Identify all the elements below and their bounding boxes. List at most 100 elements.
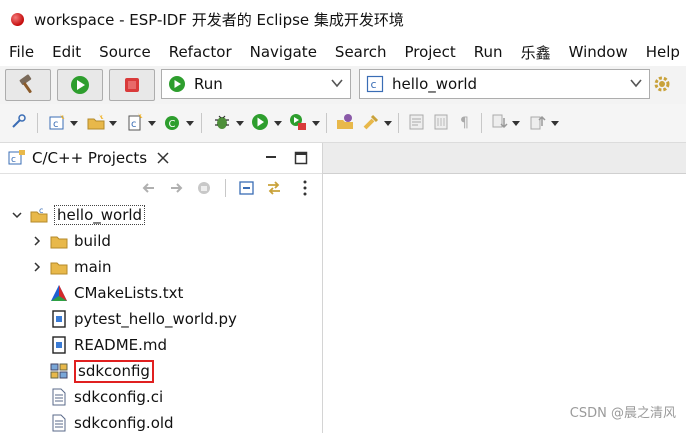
toggle-mark-occurrences-icon[interactable] bbox=[407, 112, 427, 132]
build-button[interactable] bbox=[5, 69, 51, 101]
chevron-down-icon[interactable] bbox=[10, 208, 24, 222]
markdown-file-icon bbox=[52, 336, 66, 354]
launch-target-select[interactable]: c hello_world bbox=[359, 69, 650, 99]
text-file-icon bbox=[52, 414, 66, 432]
debug-config-icon[interactable] bbox=[9, 112, 29, 132]
hammer-icon bbox=[19, 74, 32, 94]
debug-bug-icon[interactable] bbox=[212, 112, 232, 132]
toolbar-separator bbox=[398, 113, 399, 133]
home-icon[interactable] bbox=[195, 179, 213, 197]
run-play-icon[interactable] bbox=[250, 112, 270, 132]
tree-item-label: hello_world bbox=[54, 205, 146, 225]
sdkconfig-editor-icon bbox=[50, 363, 68, 379]
run-mode-icon bbox=[169, 76, 185, 92]
menu-help[interactable]: Help bbox=[637, 43, 686, 61]
dropdown-arrow-icon[interactable] bbox=[312, 121, 320, 126]
dropdown-arrow-icon[interactable] bbox=[70, 121, 78, 126]
window-titlebar: workspace - ESP-IDF 开发者的 Eclipse 集成开发环境 bbox=[0, 0, 686, 38]
launch-target-value: hello_world bbox=[392, 75, 478, 93]
collapse-all-icon[interactable] bbox=[238, 179, 256, 197]
tab-label: C/C++ Projects bbox=[32, 149, 148, 167]
open-perspective-icon[interactable] bbox=[335, 112, 355, 132]
dropdown-arrow-icon[interactable] bbox=[109, 121, 117, 126]
project-explorer-tabbar: c C/C++ Projects bbox=[0, 143, 322, 174]
tree-item-label: README.md bbox=[74, 336, 168, 354]
editor-tabbar bbox=[323, 143, 686, 174]
launch-button[interactable] bbox=[57, 69, 103, 101]
dropdown-arrow-icon[interactable] bbox=[551, 121, 559, 126]
menu-search[interactable]: Search bbox=[326, 43, 396, 61]
link-with-editor-icon[interactable] bbox=[265, 179, 283, 197]
tree-item-label: build bbox=[74, 232, 111, 250]
tree-item-folder-build[interactable]: build bbox=[30, 229, 111, 253]
new-c-project-icon[interactable]: c bbox=[47, 112, 67, 132]
menu-navigate[interactable]: Navigate bbox=[241, 43, 326, 61]
search-flashlight-icon[interactable] bbox=[361, 112, 381, 132]
main-toolbar: c c C ¶ bbox=[0, 104, 686, 143]
menu-bar: File Edit Source Refactor Navigate Searc… bbox=[0, 38, 686, 66]
show-whitespace-icon[interactable]: ¶ bbox=[455, 112, 475, 132]
menu-espressif[interactable]: 乐鑫 bbox=[512, 42, 560, 63]
tree-item-file-sdkconfig[interactable]: sdkconfig bbox=[50, 359, 154, 383]
close-icon[interactable] bbox=[156, 151, 170, 165]
tree-item-file-pytest[interactable]: pytest_hello_world.py bbox=[50, 307, 237, 331]
chevron-right-icon[interactable] bbox=[30, 234, 44, 248]
toolbar-separator bbox=[201, 113, 202, 133]
view-toolbar bbox=[0, 174, 322, 202]
maximize-icon[interactable] bbox=[294, 151, 308, 165]
view-menu-icon[interactable] bbox=[301, 179, 309, 197]
menu-file[interactable]: File bbox=[0, 43, 43, 61]
new-class-icon[interactable]: C bbox=[163, 112, 183, 132]
new-source-file-icon[interactable]: c bbox=[125, 112, 145, 132]
svg-text:C: C bbox=[169, 119, 176, 130]
tree-item-file-cmakelists[interactable]: CMakeLists.txt bbox=[50, 281, 183, 305]
tree-item-folder-main[interactable]: main bbox=[30, 255, 111, 279]
tree-item-label: CMakeLists.txt bbox=[74, 284, 184, 302]
menu-project[interactable]: Project bbox=[395, 43, 464, 61]
stop-button[interactable] bbox=[109, 69, 155, 101]
new-folder-icon[interactable] bbox=[86, 112, 106, 132]
toggle-block-selection-icon[interactable] bbox=[431, 112, 451, 132]
toolbar-separator bbox=[326, 113, 327, 133]
tree-item-project[interactable]: c hello_world bbox=[10, 203, 146, 227]
previous-annotation-icon[interactable] bbox=[528, 112, 548, 132]
launch-mode-select[interactable]: Run bbox=[161, 69, 351, 99]
next-annotation-icon[interactable] bbox=[490, 112, 510, 132]
launch-config-gear-icon[interactable] bbox=[652, 74, 672, 94]
python-file-icon bbox=[52, 310, 66, 328]
external-tools-icon[interactable] bbox=[288, 112, 308, 132]
svg-text:c: c bbox=[371, 78, 377, 91]
dropdown-arrow-icon[interactable] bbox=[148, 121, 156, 126]
forward-arrow-icon[interactable] bbox=[167, 179, 185, 197]
dropdown-arrow-icon[interactable] bbox=[512, 121, 520, 126]
dropdown-arrow-icon[interactable] bbox=[236, 121, 244, 126]
menu-window[interactable]: Window bbox=[560, 43, 637, 61]
launch-mode-value: Run bbox=[194, 75, 223, 93]
tree-item-file-sdkconfig-old[interactable]: sdkconfig.old bbox=[50, 411, 174, 435]
folder-icon bbox=[50, 262, 68, 275]
dropdown-arrow-icon[interactable] bbox=[384, 121, 392, 126]
c-project-folder-icon: c bbox=[30, 206, 48, 223]
dropdown-arrow-icon[interactable] bbox=[274, 121, 282, 126]
cmake-icon bbox=[51, 285, 67, 301]
project-explorer-panel: c C/C++ Projects c hello_world build mai… bbox=[0, 143, 323, 433]
tree-item-label: sdkconfig.ci bbox=[74, 388, 164, 406]
minimize-icon[interactable] bbox=[264, 151, 278, 165]
dropdown-arrow-icon[interactable] bbox=[186, 121, 194, 126]
back-arrow-icon[interactable] bbox=[140, 179, 158, 197]
svg-text:c: c bbox=[39, 206, 43, 215]
chevron-down-icon bbox=[630, 79, 642, 88]
tree-item-label: pytest_hello_world.py bbox=[74, 310, 237, 328]
menu-run[interactable]: Run bbox=[465, 43, 512, 61]
menu-edit[interactable]: Edit bbox=[43, 43, 90, 61]
c-projects-view-icon: c bbox=[8, 150, 25, 165]
menu-source[interactable]: Source bbox=[90, 43, 160, 61]
svg-text:c: c bbox=[131, 119, 137, 130]
tree-item-file-readme[interactable]: README.md bbox=[50, 333, 167, 357]
window-title: workspace - ESP-IDF 开发者的 Eclipse 集成开发环境 bbox=[34, 10, 404, 29]
chevron-right-icon[interactable] bbox=[30, 260, 44, 274]
c-project-icon: c bbox=[366, 75, 384, 93]
tree-item-file-sdkconfig-ci[interactable]: sdkconfig.ci bbox=[50, 385, 163, 409]
menu-refactor[interactable]: Refactor bbox=[160, 43, 241, 61]
tab-cpp-projects[interactable]: c C/C++ Projects bbox=[0, 143, 180, 173]
